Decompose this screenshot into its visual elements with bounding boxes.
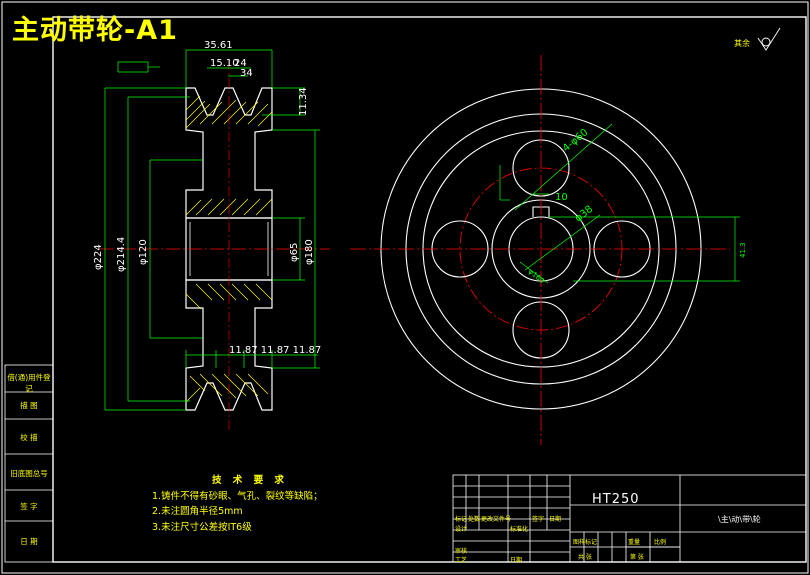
roughness-note: 其余 bbox=[734, 39, 750, 48]
section-dimensions bbox=[104, 49, 320, 411]
dim-groove-width: 34 bbox=[240, 68, 253, 79]
pulley-drawing: φ224 φ214.4 φ120 φ65 φ180 35.61 15.10 24… bbox=[1, 1, 809, 574]
tb-label-date2: 日期 bbox=[510, 557, 523, 564]
tb-label-drawing-mark: 图样标记 bbox=[573, 539, 598, 546]
tech-requirements: 技 术 要 求 1.铸件不得有砂眼、气孔、裂纹等缺陷； 2.未注圆角半径5mm … bbox=[152, 473, 323, 535]
tb-label-review: 审核 bbox=[455, 548, 468, 555]
front-dimensions bbox=[499, 123, 740, 284]
tb-label-date: 日期 bbox=[549, 516, 562, 523]
front-view: 4-φ60 10 φ38 41.3 φ160 bbox=[350, 55, 747, 445]
dim-dia-bore: φ65 bbox=[289, 243, 300, 262]
side-label-5: 签 字 bbox=[20, 502, 38, 511]
dim-dia-hub2: φ180 bbox=[304, 239, 315, 265]
roughness-symbol bbox=[757, 27, 781, 51]
tb-label-scale: 比例 bbox=[654, 539, 667, 546]
tb-label-count: 处数 bbox=[468, 516, 481, 523]
dim-circle-dia: φ160 bbox=[527, 267, 546, 285]
section-view: φ224 φ214.4 φ120 φ65 φ180 35.61 15.10 24… bbox=[93, 40, 330, 430]
tech-requirement-1: 1.铸件不得有砂眼、气孔、裂纹等缺陷； bbox=[152, 490, 323, 502]
tb-label-process: 工艺 bbox=[455, 557, 468, 564]
dim-holes: 4-φ60 bbox=[561, 127, 591, 154]
material-label: HT250 bbox=[592, 492, 640, 507]
tb-label-mark: 标记 bbox=[455, 516, 468, 523]
dim-dia-outer: φ224 bbox=[93, 244, 104, 270]
side-label-1: 借(通)用件登记 bbox=[7, 373, 51, 393]
tb-label-sheet-no: 第 张 bbox=[630, 554, 644, 561]
tech-requirement-3: 3.未注尺寸公差按IT6级 bbox=[152, 521, 252, 533]
side-label-3: 校 描 bbox=[20, 433, 38, 442]
tb-label-sign: 签字 bbox=[532, 516, 545, 523]
dim-key-depth: 41.3 bbox=[739, 242, 747, 258]
tech-requirement-2: 2.未注圆角半径5mm bbox=[152, 506, 243, 517]
tb-label-weight: 重量 bbox=[628, 539, 641, 546]
side-column bbox=[4, 364, 54, 563]
tb-label-total-sheets: 共 张 bbox=[578, 554, 592, 561]
dim-groove-depth: 11.34 bbox=[298, 87, 309, 116]
dim-width-total: 35.61 bbox=[204, 40, 233, 51]
dim-edge-spacing: 11.87 11.87 11.87 bbox=[229, 345, 321, 356]
side-label-4: 旧底图总号 bbox=[10, 469, 48, 478]
tb-label-standard: 标准化 bbox=[510, 526, 529, 533]
side-label-2: 描 图 bbox=[20, 401, 38, 410]
drawing-name: \主\动\带\轮 bbox=[718, 515, 761, 524]
tb-label-change-doc: 更改文件号 bbox=[481, 516, 512, 523]
dim-dia-pitch: φ214.4 bbox=[116, 237, 127, 272]
tb-label-design: 设计 bbox=[455, 526, 468, 533]
dim-dia-hub: φ120 bbox=[138, 239, 149, 265]
dim-keyway: 10 bbox=[555, 192, 568, 203]
drawing-title: 主动带轮-A1 bbox=[12, 15, 178, 46]
side-label-6: 日 期 bbox=[20, 537, 38, 546]
tech-requirements-heading: 技 术 要 求 bbox=[212, 475, 288, 486]
